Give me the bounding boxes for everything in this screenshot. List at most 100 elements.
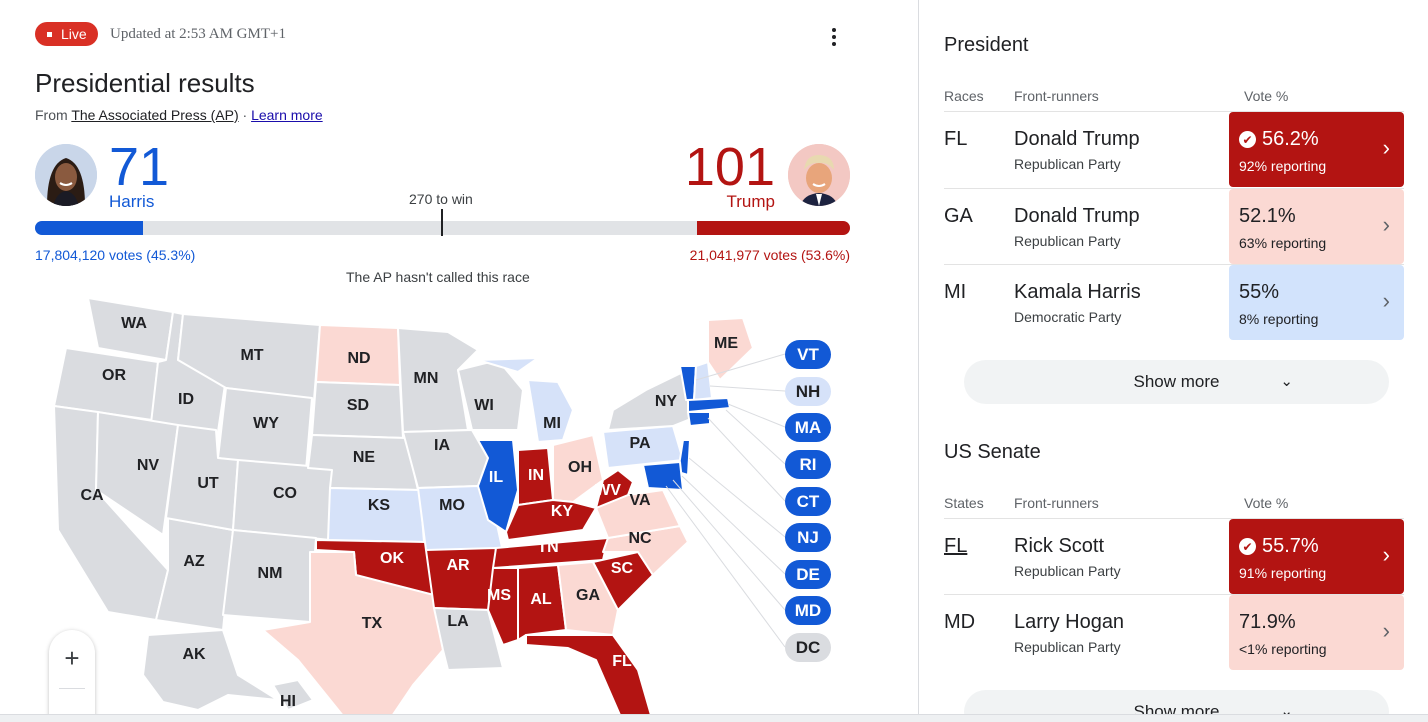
label-NC: NC — [628, 530, 652, 547]
page-bottom-edge — [0, 714, 1428, 722]
state-NY — [607, 371, 694, 431]
race-row[interactable]: MD Larry Hogan Republican Party 71.9% <1… — [944, 594, 1404, 670]
vote-box[interactable]: ✔ 55.7% 91% reporting › — [1229, 519, 1404, 594]
harris-progress-fill — [35, 221, 143, 235]
label-AZ: AZ — [183, 553, 205, 570]
col-states: States — [944, 495, 984, 511]
race-row[interactable]: MI Kamala Harris Democratic Party 55% 8%… — [944, 264, 1404, 340]
label-GA: GA — [576, 587, 600, 604]
live-badge: Live — [35, 22, 98, 46]
vote-box[interactable]: ✔ 56.2% 92% reporting › — [1229, 112, 1404, 187]
label-IN: IN — [528, 467, 544, 484]
label-IL: IL — [489, 469, 503, 486]
state-MA — [687, 397, 731, 413]
label-MN: MN — [414, 370, 439, 387]
label-ID: ID — [178, 391, 194, 408]
label-TN: TN — [537, 539, 558, 556]
state-AZ — [155, 517, 234, 631]
vote-pct: 56.2% — [1262, 128, 1319, 150]
party-name: Republican Party — [1014, 156, 1121, 172]
col-vote-pct: Vote % — [1244, 88, 1289, 104]
vote-box[interactable]: 71.9% <1% reporting › — [1229, 595, 1404, 670]
label-WA: WA — [121, 315, 147, 332]
race-state: MI — [944, 281, 967, 303]
label-OK: OK — [380, 550, 404, 567]
label-AK: AK — [182, 646, 206, 663]
candidate-name: Kamala Harris — [1014, 281, 1141, 303]
senate-section-title: US Senate — [944, 441, 1041, 463]
state-AK — [142, 629, 279, 711]
check-circle-icon: ✔ — [1239, 131, 1256, 148]
vote-box[interactable]: 52.1% 63% reporting › — [1229, 189, 1404, 264]
president-show-more-button[interactable]: Show more ⌄ — [964, 360, 1389, 404]
harris-avatar — [35, 144, 97, 206]
presidential-results-panel: Live Updated at 2:53 AM GMT+1 Presidenti… — [0, 0, 918, 722]
label-MT: MT — [240, 347, 263, 364]
label-MS: MS — [487, 587, 511, 604]
chevron-right-icon: › — [1382, 135, 1390, 160]
vote-box[interactable]: 55% 8% reporting › — [1229, 265, 1404, 340]
trump-electoral-votes: 101 — [684, 137, 775, 197]
harris-popular-votes: 17,804,120 votes (45.3%) — [35, 247, 196, 263]
race-row[interactable]: FL Donald Trump Republican Party ✔ 56.2% … — [944, 111, 1404, 187]
label-AR: AR — [446, 557, 470, 574]
state-pill-dc[interactable]: DC — [785, 633, 831, 662]
reporting: 63% reporting — [1239, 235, 1327, 251]
threshold-label: 270 to win — [409, 191, 473, 207]
col-front-runners: Front-runners — [1014, 495, 1099, 511]
vote-pct: 55.7% — [1262, 535, 1319, 557]
candidate-name: Donald Trump — [1014, 128, 1140, 150]
label-OR: OR — [102, 367, 126, 384]
label-LA: LA — [447, 613, 469, 630]
label-NY: NY — [655, 393, 678, 410]
state-pill-nj[interactable]: NJ — [785, 523, 831, 552]
race-state-link[interactable]: FL — [944, 535, 967, 558]
state-pill-ma[interactable]: MA — [785, 413, 831, 442]
label-SD: SD — [347, 397, 369, 414]
reporting: 8% reporting — [1239, 311, 1319, 327]
label-HI: HI — [280, 693, 296, 710]
label-NE: NE — [353, 449, 376, 466]
label-IA: IA — [434, 437, 450, 454]
chevron-right-icon: › — [1382, 288, 1390, 313]
harris-electoral-votes: 71 — [109, 137, 170, 197]
ap-source-link[interactable]: The Associated Press (AP) — [71, 107, 238, 123]
us-results-map[interactable]: WA OR CA ID NV AZ MT WY UT CO NM ND SD N… — [48, 290, 848, 722]
label-WY: WY — [253, 415, 279, 432]
label-TX: TX — [362, 615, 383, 632]
trump-avatar — [788, 144, 850, 206]
reporting: 92% reporting — [1239, 158, 1327, 174]
learn-more-link[interactable]: Learn more — [251, 107, 323, 123]
trump-popular-votes: 21,041,977 votes (53.6%) — [689, 247, 850, 263]
label-SC: SC — [611, 560, 634, 577]
label-NM: NM — [258, 565, 283, 582]
label-ND: ND — [347, 350, 370, 367]
race-state: FL — [944, 128, 968, 150]
reporting: 91% reporting — [1239, 565, 1327, 581]
race-row[interactable]: GA Donald Trump Republican Party 52.1% 6… — [944, 188, 1404, 264]
state-pill-ct[interactable]: CT — [785, 487, 831, 516]
check-circle-icon: ✔ — [1239, 538, 1256, 555]
candidate-name: Larry Hogan — [1014, 611, 1125, 633]
state-pill-vt[interactable]: VT — [785, 340, 831, 369]
race-status: The AP hasn't called this race — [346, 269, 530, 285]
vote-pct: 55% — [1239, 281, 1280, 303]
label-ME: ME — [714, 335, 738, 352]
party-name: Republican Party — [1014, 563, 1121, 579]
label-MO: MO — [439, 497, 465, 514]
races-panel: President Races Front-runners Vote % FL … — [919, 0, 1428, 722]
zoom-in-button[interactable]: + — [49, 644, 95, 672]
source-line: From The Associated Press (AP) · Learn m… — [35, 107, 323, 123]
state-pill-ri[interactable]: RI — [785, 450, 831, 479]
state-pill-md[interactable]: MD — [785, 596, 831, 625]
state-pill-nh[interactable]: NH — [785, 377, 831, 406]
vote-pct: 71.9% — [1239, 611, 1296, 633]
label-WI: WI — [474, 397, 494, 414]
race-state: GA — [944, 205, 973, 227]
col-races: Races — [944, 88, 984, 104]
state-pill-de[interactable]: DE — [785, 560, 831, 589]
more-options-icon[interactable] — [822, 24, 846, 50]
label-AL: AL — [530, 591, 552, 608]
race-row[interactable]: FL Rick Scott Republican Party ✔ 55.7% 91… — [944, 518, 1404, 594]
harris-name: Harris — [109, 192, 155, 211]
